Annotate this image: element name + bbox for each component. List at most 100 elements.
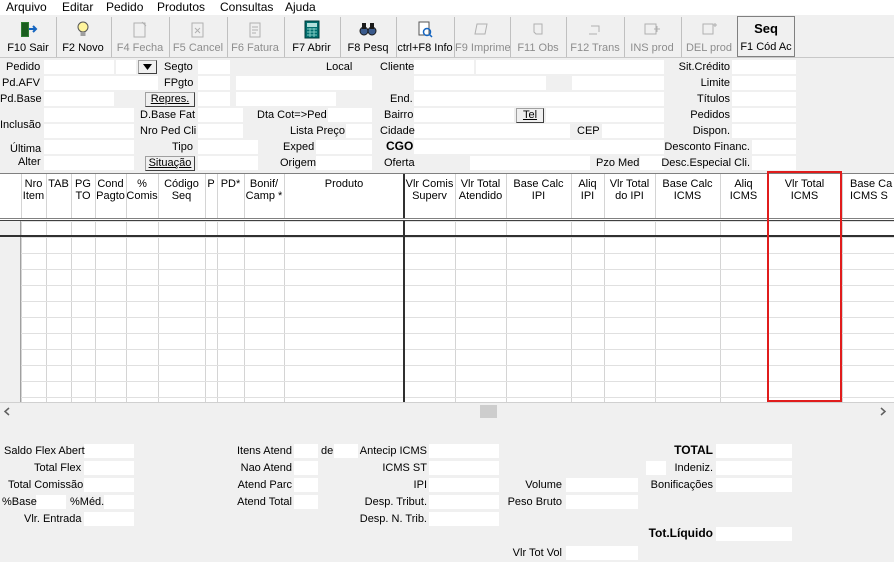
- grid-header-col-4[interactable]: Cond Pagto: [95, 174, 126, 218]
- menu-ajuda[interactable]: Ajuda: [285, 0, 316, 15]
- total-flex-field[interactable]: [84, 461, 134, 475]
- pedido-type-field[interactable]: [116, 60, 136, 74]
- fpgto-field[interactable]: [198, 76, 230, 90]
- scroll-left-icon[interactable]: [3, 407, 12, 416]
- titulos-field[interactable]: [732, 92, 796, 106]
- menu-pedido[interactable]: Pedido: [106, 0, 143, 15]
- open-button[interactable]: F7 Abrir: [285, 17, 338, 57]
- grid-header-col-17[interactable]: Aliq ICMS: [720, 174, 767, 218]
- invoice-button[interactable]: F6 Fatura: [228, 17, 282, 57]
- ultima-field[interactable]: [44, 140, 134, 154]
- atend-total-field[interactable]: [294, 495, 318, 509]
- seq-button[interactable]: Seq F1 Cód Ac: [737, 16, 795, 57]
- cliente-code-field[interactable]: [414, 60, 474, 74]
- grid-header-col-8[interactable]: PD*: [217, 174, 244, 218]
- menu-produtos[interactable]: Produtos: [157, 0, 205, 15]
- limite-field[interactable]: [732, 76, 796, 90]
- cliente-extra2-field[interactable]: [572, 76, 664, 90]
- grid-header-col-14[interactable]: Aliq IPI: [571, 174, 604, 218]
- pct-med-field[interactable]: [104, 495, 134, 509]
- segto-field[interactable]: [198, 60, 230, 74]
- tel-button[interactable]: Tel: [516, 108, 544, 123]
- cgo-field[interactable]: [414, 140, 664, 154]
- situacao-field[interactable]: [198, 156, 258, 170]
- bairro-field[interactable]: [414, 108, 514, 122]
- repres-desc-field[interactable]: [236, 92, 336, 106]
- dbase-fat-field[interactable]: [198, 108, 243, 122]
- grid-horizontal-scrollbar[interactable]: [0, 402, 894, 419]
- atend-parc-field[interactable]: [294, 478, 318, 492]
- grid-header-col-19[interactable]: Base Ca ICMS S: [842, 174, 894, 218]
- sit-credito-field[interactable]: [732, 60, 796, 74]
- scroll-thumb[interactable]: [480, 405, 497, 418]
- grid-header-col-6[interactable]: Código Seq: [158, 174, 205, 218]
- peso-bruto-field[interactable]: [566, 495, 638, 509]
- pedido-dropdown[interactable]: [138, 60, 157, 74]
- search-button[interactable]: F8 Pesq: [341, 17, 395, 57]
- pd-base-extra-field[interactable]: [44, 108, 134, 122]
- grid-header-col-11[interactable]: Vlr Comis Superv: [404, 174, 455, 218]
- pd-base-field[interactable]: [44, 92, 114, 106]
- origem-field[interactable]: [316, 156, 372, 170]
- antecip-icms-field[interactable]: [429, 444, 499, 458]
- lista-preco-field[interactable]: [346, 124, 372, 138]
- desp-n-trib-field[interactable]: [429, 512, 499, 526]
- grid-header-col-10[interactable]: Produto: [284, 174, 404, 218]
- new-button[interactable]: F2 Novo: [57, 17, 109, 57]
- delete-product-button[interactable]: DEL prod: [682, 17, 736, 57]
- transfer-button[interactable]: F12 Trans: [567, 17, 623, 57]
- close-order-button[interactable]: F4 Fecha: [112, 17, 168, 57]
- vlr-tot-vol-field[interactable]: [566, 546, 638, 560]
- desp-tribut-field[interactable]: [429, 495, 499, 509]
- notes-button[interactable]: F11 Obs: [511, 17, 565, 57]
- tot-liquido-field[interactable]: [716, 527, 792, 541]
- info-search-button[interactable]: ctrl+F8 Info: [397, 17, 453, 57]
- repres-field[interactable]: [198, 92, 230, 106]
- inclusao-field[interactable]: [44, 124, 134, 138]
- repres-button[interactable]: Repres.: [145, 92, 195, 107]
- alter-field[interactable]: [44, 156, 134, 170]
- grid-header-col-16[interactable]: Base Calc ICMS: [655, 174, 720, 218]
- print-button[interactable]: F9 Imprime: [455, 17, 511, 57]
- grid-header-col-7[interactable]: P: [205, 174, 217, 218]
- menu-editar[interactable]: Editar: [62, 0, 93, 15]
- insert-product-button[interactable]: INS prod: [625, 17, 679, 57]
- grid-header-col-0[interactable]: [0, 174, 21, 218]
- grid-header-col-12[interactable]: Vlr Total Atendido: [455, 174, 506, 218]
- vlr-entrada-field[interactable]: [84, 512, 134, 526]
- oferta-field[interactable]: [470, 156, 590, 170]
- bonificacoes-field[interactable]: [716, 478, 792, 492]
- total-comissao-field[interactable]: [84, 478, 134, 492]
- pct-base-field[interactable]: [36, 495, 66, 509]
- end-field[interactable]: [414, 92, 664, 106]
- cliente-extra-field[interactable]: [414, 76, 546, 90]
- scroll-right-icon[interactable]: [878, 407, 887, 416]
- desconto-financ-field[interactable]: [752, 140, 796, 154]
- pd-afv-field[interactable]: [44, 76, 158, 90]
- items-grid[interactable]: Nro Item TAB PG TO Cond Pagto% Comis Código Seq P P…: [0, 173, 894, 402]
- indeniz-field[interactable]: [716, 461, 792, 475]
- itens-atend-field[interactable]: [294, 444, 318, 458]
- exped-field[interactable]: [316, 140, 372, 154]
- ipi-field[interactable]: [429, 478, 499, 492]
- situacao-button[interactable]: Situação: [145, 156, 195, 171]
- dispon-field[interactable]: [732, 124, 796, 138]
- grid-header-col-3[interactable]: PG TO: [71, 174, 95, 218]
- nao-atend-field[interactable]: [294, 461, 318, 475]
- desc-especial-field[interactable]: [752, 156, 796, 170]
- dta-cot-ped-field[interactable]: [328, 108, 372, 122]
- menu-consultas[interactable]: Consultas: [220, 0, 273, 15]
- cliente-name-field[interactable]: [476, 60, 664, 74]
- nro-ped-cli-field[interactable]: [198, 124, 243, 138]
- grid-header-col-13[interactable]: Base Calc IPI: [506, 174, 571, 218]
- pedido-field[interactable]: [44, 60, 114, 74]
- fpgto-desc-field[interactable]: [236, 76, 372, 90]
- menu-arquivo[interactable]: Arquivo: [6, 0, 47, 15]
- cidade-field[interactable]: [414, 124, 570, 138]
- grid-header-col-1[interactable]: Nro Item: [21, 174, 46, 218]
- tipo-field[interactable]: [198, 140, 258, 154]
- grid-header-col-15[interactable]: Vlr Total do IPI: [604, 174, 655, 218]
- grid-header-col-2[interactable]: TAB: [46, 174, 71, 218]
- total-field[interactable]: [716, 444, 792, 458]
- icms-st-field[interactable]: [429, 461, 499, 475]
